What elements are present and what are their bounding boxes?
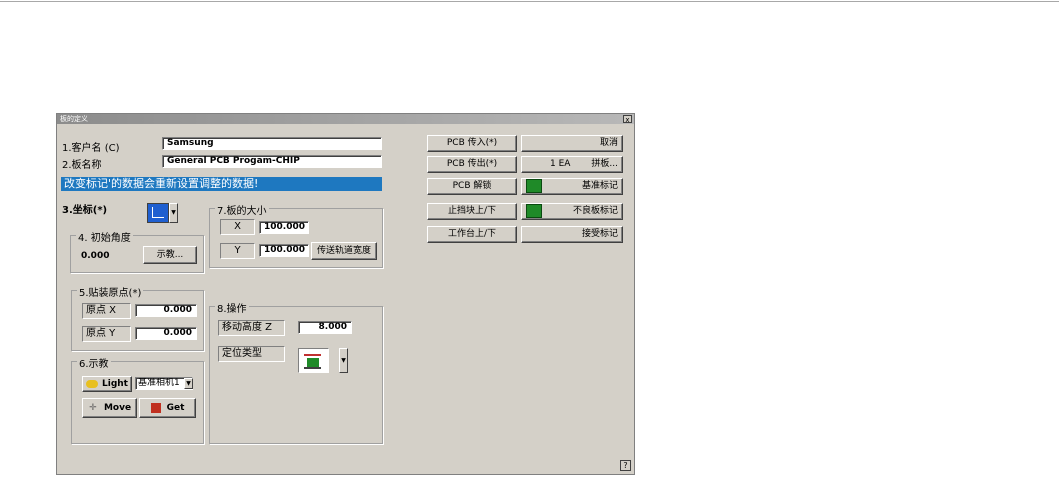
mount-origin-group: 5.贴装原点(*) 原点 X 0.000 原点 Y 0.000 <box>71 284 204 351</box>
accept-mark-button[interactable]: 接受标记 <box>521 226 623 243</box>
bad-mark-status-indicator <box>526 204 542 218</box>
light-bulb-icon <box>86 379 98 388</box>
bad-board-mark-label: 不良板标记 <box>572 206 618 216</box>
get-button-label: Get <box>166 403 185 413</box>
initial-angle-group: 4. 初始角度 0.000 示教... <box>70 229 204 273</box>
light-button-label: Light <box>102 379 128 389</box>
size-y-field[interactable]: 100.000 <box>259 244 309 257</box>
move-button[interactable]: ✛ Move <box>82 398 137 418</box>
dialog-titlebar: 板的定义 x <box>57 114 634 124</box>
size-x-field[interactable]: 100.000 <box>259 221 309 234</box>
move-height-field[interactable]: 8.000 <box>298 321 352 334</box>
array-button[interactable]: 1 EA 拼板... <box>521 156 623 173</box>
operation-group: 8.操作 移动高度 Z 8.000 定位类型 <box>209 300 383 444</box>
locate-type-label: 定位类型 <box>218 346 285 362</box>
board-name-field[interactable]: General PCB Progam-CHIP <box>162 155 382 168</box>
warning-banner: 改变标记'的数据会重新设置调整的数据! <box>61 177 382 191</box>
array-button-label: 拼板... <box>591 159 618 169</box>
operation-title: 8.操作 <box>215 300 249 315</box>
camera-dropdown-arrow[interactable]: ▼ <box>184 378 193 389</box>
board-definition-dialog: 板的定义 x 1.客户名 (C) Samsung 2.板名称 General P… <box>56 113 635 475</box>
customer-field[interactable]: Samsung <box>162 137 382 150</box>
fiducial-status-indicator <box>526 179 542 193</box>
close-button[interactable]: x <box>623 115 632 124</box>
table-button[interactable]: 工作台上/下 <box>427 226 517 243</box>
teach-angle-button[interactable]: 示教... <box>143 246 197 264</box>
customer-label: 1.客户名 (C) <box>62 143 120 154</box>
top-divider <box>0 1 1059 2</box>
pcb-out-button[interactable]: PCB 传出(*) <box>427 156 517 173</box>
origin-x-field[interactable]: 0.000 <box>135 304 197 317</box>
coordinate-dropdown-arrow[interactable]: ▼ <box>169 203 178 223</box>
initial-angle-value: 0.000 <box>81 251 110 261</box>
origin-y-field[interactable]: 0.000 <box>135 327 197 340</box>
move-button-label: Move <box>103 403 132 413</box>
get-position-icon <box>150 402 161 413</box>
move-crosshair-icon: ✛ <box>89 403 97 413</box>
coordinate-label: 3.坐标(*) <box>62 205 108 216</box>
mount-origin-title: 5.贴装原点(*) <box>77 284 144 299</box>
origin-x-label: 原点 X <box>82 303 131 319</box>
initial-angle-title: 4. 初始角度 <box>76 229 133 244</box>
origin-y-label: 原点 Y <box>82 326 131 342</box>
stopper-button[interactable]: 止挡块上/下 <box>427 203 517 220</box>
locate-type-dropdown-arrow[interactable]: ▼ <box>339 348 348 373</box>
coordinate-system-icon[interactable] <box>147 203 169 223</box>
board-name-label: 2.板名称 <box>62 160 102 171</box>
get-button[interactable]: Get <box>139 398 196 418</box>
pcb-unlock-button[interactable]: PCB 解锁 <box>427 178 517 195</box>
fiducial-mark-label: 基准标记 <box>581 181 618 191</box>
move-height-label: 移动高度 Z <box>218 320 285 336</box>
board-size-group: 7.板的大小 X 100.000 Y 100.000 传送轨道宽度 <box>209 202 383 268</box>
conveyor-width-button[interactable]: 传送轨道宽度 <box>311 242 377 260</box>
light-button[interactable]: Light <box>82 376 132 392</box>
dialog-title: 板的定义 <box>60 115 88 123</box>
board-size-title: 7.板的大小 <box>215 202 269 217</box>
help-button[interactable]: ? <box>620 460 631 471</box>
pcb-in-button[interactable]: PCB 传入(*) <box>427 135 517 152</box>
teach-group: 6.示教 Light 基准相机1 ▼ ✛ Move Get <box>71 355 204 444</box>
teach-title: 6.示教 <box>77 355 111 370</box>
cancel-button[interactable]: 取消 <box>521 135 623 152</box>
array-count: 1 EA <box>550 159 571 169</box>
size-y-label: Y <box>220 243 255 259</box>
pcb-locate-icon[interactable] <box>298 348 329 373</box>
size-x-label: X <box>220 219 255 235</box>
